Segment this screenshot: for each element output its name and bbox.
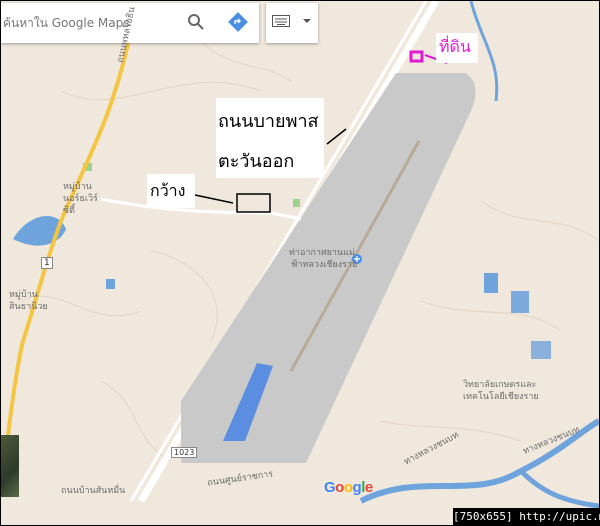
width-annotation: กว้าง	[147, 174, 195, 208]
map-label: ถนนบ้านสันหมื่น	[61, 486, 126, 496]
directions-icon[interactable]	[228, 12, 248, 32]
road-annotation-line2: ตะวันออก	[218, 151, 295, 172]
map-label: เทคโนโลยีเชียงราย	[463, 392, 539, 402]
keyboard-icon[interactable]	[272, 15, 290, 27]
google-logo: Google	[324, 479, 373, 496]
watermark: [750x655] http://upic.me/	[453, 508, 600, 526]
search-icon[interactable]	[187, 13, 205, 31]
search-input[interactable]: ค้นหาใน Google Maps	[3, 14, 129, 33]
land-annotation: ที่ดิน	[436, 33, 478, 63]
map-frame[interactable]: ค้นหาใน Google Maps หมู่บ้าน นอร์ธเวิร์ …	[0, 0, 600, 526]
highway-shield: 1023	[171, 447, 198, 458]
map-label: สินธานิวย	[9, 302, 48, 312]
land-annotation-label: ที่ดิน	[439, 37, 471, 56]
map-label: ซิตี้	[63, 206, 75, 216]
highway-shield: 1	[41, 257, 53, 269]
width-annotation-label: กว้าง	[150, 181, 186, 200]
chevron-down-icon[interactable]	[303, 19, 311, 23]
road-annotation: ถนนบายพาส ตะวันออก	[216, 98, 324, 178]
map-label: ฟ้าหลวงเชียงราย	[291, 260, 358, 270]
satellite-toggle[interactable]	[1, 435, 19, 497]
road-annotation-line1: ถนนบายพาส	[218, 111, 319, 132]
